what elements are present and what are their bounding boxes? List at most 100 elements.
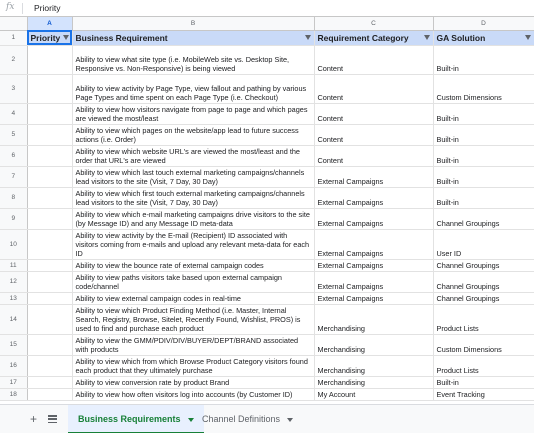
- priority-cell[interactable]: [27, 187, 73, 209]
- category-cell[interactable]: External Campaigns: [314, 271, 434, 293]
- category-cell[interactable]: My Account: [314, 388, 434, 401]
- requirement-cell[interactable]: Ability to view which e-mail marketing c…: [72, 208, 315, 230]
- row-number[interactable]: 15: [0, 334, 28, 356]
- requirement-cell[interactable]: Ability to view which last touch externa…: [72, 166, 315, 188]
- row-number[interactable]: 7: [0, 166, 28, 188]
- requirement-cell[interactable]: Ability to view activity by the E-mail (…: [72, 229, 315, 260]
- row-number[interactable]: 17: [0, 376, 28, 389]
- category-cell[interactable]: Merchandising: [314, 304, 434, 335]
- requirement-cell[interactable]: Ability to view conversion rate by produ…: [72, 376, 315, 389]
- all-sheets-menu-icon[interactable]: [48, 415, 57, 424]
- row-number[interactable]: 8: [0, 187, 28, 209]
- row-number[interactable]: 3: [0, 74, 28, 104]
- solution-cell[interactable]: Custom Dimensions: [433, 74, 534, 104]
- solution-cell[interactable]: Event Tracking: [433, 388, 534, 401]
- solution-cell[interactable]: Built-in: [433, 376, 534, 389]
- header-cell-priority[interactable]: Priority: [27, 30, 73, 46]
- solution-cell[interactable]: Product Lists: [433, 304, 534, 335]
- requirement-cell[interactable]: Ability to view activity by Page Type, v…: [72, 74, 315, 104]
- filter-icon[interactable]: [304, 34, 311, 40]
- solution-cell[interactable]: Built-in: [433, 187, 534, 209]
- select-all-corner[interactable]: [0, 17, 28, 31]
- requirement-cell[interactable]: Ability to view how often visitors log i…: [72, 388, 315, 401]
- solution-cell[interactable]: Channel Groupings: [433, 292, 534, 305]
- requirement-cell[interactable]: Ability to view how visitors navigate fr…: [72, 103, 315, 125]
- row-number[interactable]: 6: [0, 145, 28, 167]
- solution-cell[interactable]: Built-in: [433, 103, 534, 125]
- priority-cell[interactable]: [27, 259, 73, 272]
- formula-input[interactable]: Priority: [34, 3, 60, 13]
- row-number[interactable]: 12: [0, 271, 28, 293]
- category-cell[interactable]: External Campaigns: [314, 259, 434, 272]
- requirement-cell[interactable]: Ability to view external campaign codes …: [72, 292, 315, 305]
- solution-cell[interactable]: Built-in: [433, 166, 534, 188]
- tab-menu-chevron-down-icon[interactable]: [287, 417, 294, 422]
- formula-bar[interactable]: fx Priority: [0, 0, 534, 17]
- priority-cell[interactable]: [27, 74, 73, 104]
- column-header-d[interactable]: D: [433, 17, 534, 31]
- row-number[interactable]: 16: [0, 355, 28, 377]
- priority-cell[interactable]: [27, 145, 73, 167]
- filter-icon[interactable]: [524, 34, 531, 40]
- category-cell[interactable]: Content: [314, 124, 434, 146]
- priority-cell[interactable]: [27, 45, 73, 75]
- add-sheet-icon[interactable]: +: [30, 412, 37, 426]
- filter-icon[interactable]: [62, 34, 69, 40]
- row-number[interactable]: 1: [0, 30, 28, 46]
- category-cell[interactable]: Merchandising: [314, 355, 434, 377]
- requirement-cell[interactable]: Ability to view which pages on the websi…: [72, 124, 315, 146]
- solution-cell[interactable]: Built-in: [433, 45, 534, 75]
- column-header-c[interactable]: C: [314, 17, 434, 31]
- category-cell[interactable]: External Campaigns: [314, 187, 434, 209]
- category-cell[interactable]: Content: [314, 145, 434, 167]
- priority-cell[interactable]: [27, 334, 73, 356]
- category-cell[interactable]: External Campaigns: [314, 208, 434, 230]
- category-cell[interactable]: Content: [314, 103, 434, 125]
- requirement-cell[interactable]: Ability to view paths visitors take base…: [72, 271, 315, 293]
- solution-cell[interactable]: Built-in: [433, 124, 534, 146]
- solution-cell[interactable]: Built-in: [433, 145, 534, 167]
- category-cell[interactable]: External Campaigns: [314, 292, 434, 305]
- requirement-cell[interactable]: Ability to view what site type (i.e. Mob…: [72, 45, 315, 75]
- header-cell-ga-solution[interactable]: GA Solution: [433, 30, 534, 46]
- solution-cell[interactable]: User ID: [433, 229, 534, 260]
- header-cell-business-requirement[interactable]: Business Requirement: [72, 30, 315, 46]
- priority-cell[interactable]: [27, 271, 73, 293]
- category-cell[interactable]: External Campaigns: [314, 229, 434, 260]
- row-number[interactable]: 9: [0, 208, 28, 230]
- priority-cell[interactable]: [27, 292, 73, 305]
- priority-cell[interactable]: [27, 355, 73, 377]
- tab-business-requirements[interactable]: Business Requirements: [68, 405, 204, 433]
- column-header-b[interactable]: B: [72, 17, 315, 31]
- requirement-cell[interactable]: Ability to view which website URL's are …: [72, 145, 315, 167]
- column-header-a[interactable]: A: [27, 17, 73, 31]
- priority-cell[interactable]: [27, 229, 73, 260]
- row-number[interactable]: 14: [0, 304, 28, 335]
- solution-cell[interactable]: Channel Groupings: [433, 271, 534, 293]
- requirement-cell[interactable]: Ability to view which first touch extern…: [72, 187, 315, 209]
- priority-cell[interactable]: [27, 166, 73, 188]
- row-number[interactable]: 2: [0, 45, 28, 75]
- requirement-cell[interactable]: Ability to view which from which Browse …: [72, 355, 315, 377]
- filter-icon[interactable]: [423, 34, 430, 40]
- priority-cell[interactable]: [27, 208, 73, 230]
- row-number[interactable]: 5: [0, 124, 28, 146]
- priority-cell[interactable]: [27, 304, 73, 335]
- solution-cell[interactable]: Channel Groupings: [433, 259, 534, 272]
- priority-cell[interactable]: [27, 103, 73, 125]
- category-cell[interactable]: Content: [314, 45, 434, 75]
- solution-cell[interactable]: Custom Dimensions: [433, 334, 534, 356]
- row-number[interactable]: 4: [0, 103, 28, 125]
- category-cell[interactable]: Content: [314, 74, 434, 104]
- category-cell[interactable]: Merchandising: [314, 376, 434, 389]
- solution-cell[interactable]: Channel Groupings: [433, 208, 534, 230]
- spreadsheet-grid[interactable]: A B C D 1 Priority Business Requirement …: [0, 17, 534, 404]
- priority-cell[interactable]: [27, 376, 73, 389]
- row-number[interactable]: 11: [0, 259, 28, 272]
- priority-cell[interactable]: [27, 388, 73, 401]
- category-cell[interactable]: Merchandising: [314, 334, 434, 356]
- category-cell[interactable]: External Campaigns: [314, 166, 434, 188]
- header-cell-requirement-category[interactable]: Requirement Category: [314, 30, 434, 46]
- solution-cell[interactable]: Product Lists: [433, 355, 534, 377]
- row-number[interactable]: 13: [0, 292, 28, 305]
